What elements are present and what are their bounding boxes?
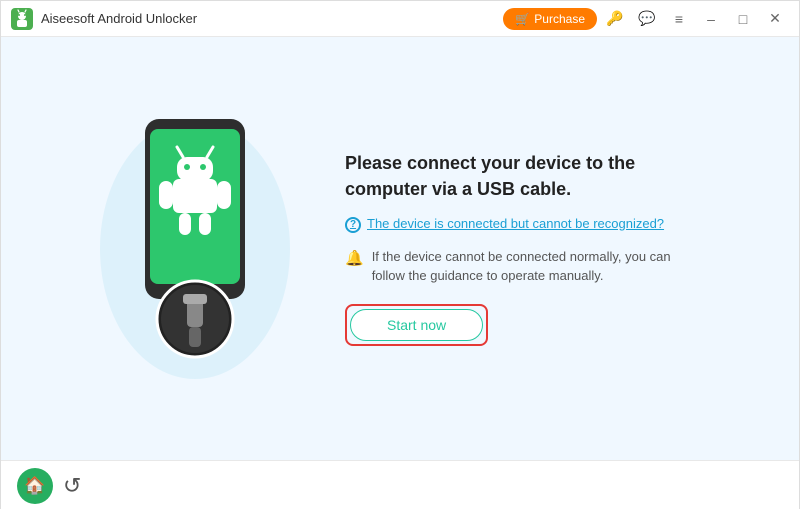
cart-icon: 🛒 bbox=[515, 12, 530, 26]
titlebar-right: 🛒 Purchase 🔑 💬 ≡ – □ ✕ bbox=[503, 5, 789, 33]
start-now-button[interactable]: Start now bbox=[350, 309, 483, 341]
purchase-button[interactable]: 🛒 Purchase bbox=[503, 8, 597, 30]
chat-icon-button[interactable]: 💬 bbox=[633, 5, 661, 33]
right-panel: Please connect your device to the comput… bbox=[345, 151, 705, 345]
device-link[interactable]: ? The device is connected but cannot be … bbox=[345, 216, 705, 233]
home-icon: 🏠 bbox=[24, 476, 45, 496]
app-logo-icon bbox=[11, 8, 33, 30]
key-icon-button[interactable]: 🔑 bbox=[601, 5, 629, 33]
app-title: Aiseesoft Android Unlocker bbox=[41, 11, 197, 26]
device-link-text: The device is connected but cannot be re… bbox=[367, 216, 664, 231]
phone-illustration bbox=[95, 99, 295, 399]
main-content: Please connect your device to the comput… bbox=[1, 37, 799, 460]
guidance-text: If the device cannot be connected normal… bbox=[372, 247, 705, 286]
back-icon: ↺ bbox=[63, 473, 81, 499]
home-button[interactable]: 🏠 bbox=[17, 468, 53, 504]
titlebar: Aiseesoft Android Unlocker 🛒 Purchase 🔑 … bbox=[1, 1, 799, 37]
guidance-row: 🔔 If the device cannot be connected norm… bbox=[345, 247, 705, 286]
minimize-button[interactable]: – bbox=[697, 5, 725, 33]
close-button[interactable]: ✕ bbox=[761, 5, 789, 33]
titlebar-left: Aiseesoft Android Unlocker bbox=[11, 8, 197, 30]
bell-icon: 🔔 bbox=[345, 248, 364, 271]
question-circle-icon: ? bbox=[345, 217, 361, 233]
start-now-highlight: Start now bbox=[345, 304, 488, 346]
footer-bar: 🏠 ↺ bbox=[1, 460, 799, 510]
maximize-button[interactable]: □ bbox=[729, 5, 757, 33]
menu-icon-button[interactable]: ≡ bbox=[665, 5, 693, 33]
phone-svg bbox=[95, 99, 295, 399]
main-heading: Please connect your device to the comput… bbox=[345, 151, 705, 201]
back-button[interactable]: ↺ bbox=[63, 473, 81, 499]
